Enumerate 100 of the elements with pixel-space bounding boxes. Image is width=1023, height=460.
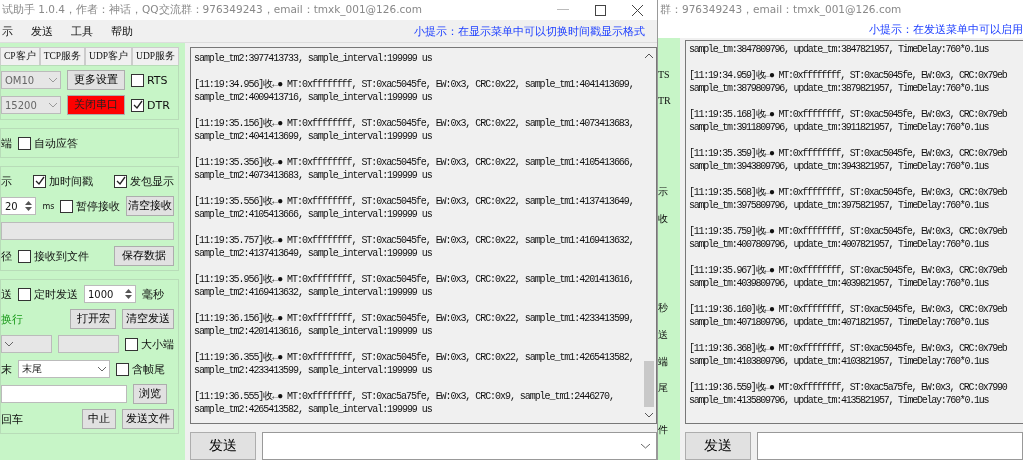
send-button[interactable]: 发送 <box>190 432 256 460</box>
send-input-field[interactable] <box>262 432 657 460</box>
log-line: sample_tm2:4201413616, sample_interval:199999 us <box>194 325 433 338</box>
checkbox-label: 接收到文件 <box>34 248 89 264</box>
checkbox-label: 定时发送 <box>34 286 78 302</box>
hint-text: 换行 <box>1 311 23 327</box>
period-spinbox[interactable]: 1000 <box>84 285 136 303</box>
more-settings-button[interactable]: 更多设置 <box>67 70 125 90</box>
menu-item[interactable]: 发送 <box>31 23 53 39</box>
checkbox-label: 大小端 <box>141 336 174 352</box>
baud-rate-dropdown[interactable]: 15200 <box>1 96 61 114</box>
interval-spinbox[interactable]: 20 <box>1 197 37 215</box>
send-input-field[interactable] <box>757 432 1023 460</box>
log-line: [11:19:36.355]收←● MT:0xffffffff, ST:0xac5045fe, EW:0x3, CRC:0x22, sample_tm1:4265413582, <box>194 351 635 364</box>
path-field[interactable] <box>1 222 174 240</box>
window-title: 群：976349243，email：tmxk_001@126.com <box>659 3 903 17</box>
label: 示 <box>658 186 668 198</box>
checkbox-label: DTR <box>147 98 170 112</box>
log-line: sample_tm:4135809796, update_tm:4135821957, TimeDelay:760*0.1us <box>689 394 990 407</box>
label: 示 <box>1 173 12 189</box>
menu-item[interactable]: 工具 <box>71 23 93 39</box>
label: 件 <box>658 424 668 436</box>
browse-button[interactable]: 浏览 <box>133 384 167 404</box>
log-line: sample_tm2:4073413683, sample_interval:199999 us <box>194 169 433 182</box>
log-line: sample_tm2:4137413649, sample_interval:199999 us <box>194 247 433 260</box>
tab[interactable]: UDP客户 <box>85 47 133 65</box>
log-line: [11:19:35.967]收←● MT:0xffffffff, ST:0xac5045fe, EW:0x3, CRC:0x79eb <box>689 264 1008 277</box>
checkbox-label: 自动应答 <box>34 135 78 151</box>
spin-arrows-icon[interactable] <box>125 288 132 300</box>
checkbox-label: 暂停接收 <box>76 198 121 214</box>
checkbox-label: 加时间戳 <box>49 173 93 189</box>
label: 秒 <box>658 302 668 314</box>
label: TS <box>658 69 670 81</box>
log-line: [11:19:35.359]收←● MT:0xffffffff, ST:0xac5045fe, EW:0x3, CRC:0x79eb <box>689 147 1008 160</box>
show-packets-checkbox[interactable] <box>114 174 127 188</box>
save-data-button[interactable]: 保存数据 <box>114 246 174 266</box>
pause-checkbox[interactable] <box>60 199 74 213</box>
input-field[interactable] <box>58 335 119 353</box>
log-line: sample_tm:4039809796, update_tm:4039821957, TimeDelay:760*0.1us <box>689 277 990 290</box>
dtr-checkbox[interactable] <box>131 98 144 112</box>
window-title: 试助手 1.0.4，作者：神话，QQ交流群：976349243，email：tmxk_001@126.com <box>1 3 423 17</box>
rts-checkbox[interactable] <box>131 73 144 87</box>
tab[interactable]: CP客户 <box>0 47 40 65</box>
log-line: sample_tm:3943809796, update_tm:3943821957, TimeDelay:760*0.1us <box>689 160 990 173</box>
stop-button[interactable]: 中止 <box>82 409 116 429</box>
scroll-down-icon[interactable] <box>645 413 653 418</box>
tab[interactable]: UDP服务 <box>132 47 180 65</box>
close-port-button[interactable]: 关闭串口 <box>67 95 125 115</box>
label: 径 <box>1 248 12 264</box>
scroll-thumb[interactable] <box>644 361 654 407</box>
checkbox-label: 发包显示 <box>130 173 174 189</box>
tip-text: 小提示：在显示菜单中可以切换时间戳显示格式 <box>414 23 645 39</box>
log-line: sample_tm:4103809796, update_tm:4103821957, TimeDelay:760*0.1us <box>689 355 990 368</box>
receive-to-file-checkbox[interactable] <box>18 249 31 263</box>
menu-item[interactable]: 帮助 <box>111 23 133 39</box>
label: 端 <box>658 356 668 368</box>
clear-receive-button[interactable]: 清空接收 <box>126 196 174 216</box>
label: 端 <box>1 135 12 151</box>
maximize-icon[interactable] <box>595 4 606 16</box>
log-line: [11:19:36.555]收←● MT:0xffffffff, ST:0xac5a75fe, EW:0x3, CRC:0x9, sample_tm1:2446270, <box>194 390 615 403</box>
spin-arrows-icon[interactable] <box>25 200 33 212</box>
caret-icon <box>98 366 106 372</box>
log-line: sample_tm:3847809796, update_tm:3847821957, TimeDelay:760*0.1us <box>689 43 990 56</box>
menu-item[interactable]: 示 <box>2 23 13 39</box>
tip-text: 小提示：在发送菜单中可以启用 <box>869 21 1023 37</box>
file-path-field[interactable] <box>1 385 127 403</box>
log-line: sample_tm:3911809796, update_tm:3911821957, TimeDelay:760*0.1us <box>689 121 990 134</box>
caret-icon[interactable] <box>641 444 650 449</box>
log-line: [11:19:35.757]收←● MT:0xffffffff, ST:0xac5045fe, EW:0x3, CRC:0x22, sample_tm1:4169413632, <box>194 234 635 247</box>
endian-checkbox[interactable] <box>125 337 138 351</box>
label: 送 <box>658 329 668 341</box>
log-line: sample_tm:3975809796, update_tm:3975821957, TimeDelay:760*0.1us <box>689 199 990 212</box>
log-line: sample_tm:4007809796, update_tm:4007821957, TimeDelay:760*0.1us <box>689 238 990 251</box>
label: 收 <box>658 213 668 225</box>
tab[interactable]: TCP服务 <box>39 47 86 65</box>
log-line: [11:19:36.156]收←● MT:0xffffffff, ST:0xac5045fe, EW:0x3, CRC:0x22, sample_tm1:4233413599, <box>194 312 635 325</box>
log-line: sample_tm2:4265413582, sample_interval:199999 us <box>194 403 433 416</box>
open-macro-button[interactable]: 打开宏 <box>70 309 116 329</box>
auto-reply-checkbox[interactable] <box>18 136 31 150</box>
log-line: [11:19:35.956]收←● MT:0xffffffff, ST:0xac5045fe, EW:0x3, CRC:0x22, sample_tm1:4201413616, <box>194 273 635 286</box>
close-icon[interactable] <box>632 4 643 16</box>
caret-icon <box>49 102 57 108</box>
port-dropdown[interactable]: OM10 <box>1 71 61 89</box>
frame-tail-checkbox[interactable] <box>116 362 129 376</box>
log-line: [11:19:36.368]收←● MT:0xffffffff, ST:0xac5045fe, EW:0x3, CRC:0x79eb <box>689 342 1008 355</box>
end-dropdown[interactable]: 末尾 <box>18 360 110 378</box>
timed-send-checkbox[interactable] <box>18 287 31 301</box>
log-line: sample_tm2:3977413733, sample_interval:199999 us <box>194 52 433 65</box>
label: 末 <box>1 361 12 377</box>
log-line: [11:19:35.156]收←● MT:0xffffffff, ST:0xac5045fe, EW:0x3, CRC:0x22, sample_tm1:4073413683, <box>194 117 635 130</box>
send-file-button[interactable]: 发送文件 <box>122 409 174 429</box>
log-line: [11:19:35.556]收←● MT:0xffffffff, ST:0xac5045fe, EW:0x3, CRC:0x22, sample_tm1:4137413649, <box>194 195 635 208</box>
send-button[interactable]: 发送 <box>685 432 751 460</box>
scroll-up-icon[interactable] <box>645 53 653 58</box>
timestamp-checkbox[interactable] <box>33 174 46 188</box>
caret-icon <box>49 77 57 83</box>
log-line: [11:19:34.956]收←● MT:0xffffffff, ST:0xac5045fe, EW:0x3, CRC:0x22, sample_tm1:4041413699, <box>194 78 635 91</box>
label: TR <box>658 95 671 107</box>
clear-send-button[interactable]: 清空发送 <box>122 309 174 329</box>
log-line: [11:19:34.959]收←● MT:0xffffffff, ST:0xac5045fe, EW:0x3, CRC:0x79eb <box>689 69 1008 82</box>
